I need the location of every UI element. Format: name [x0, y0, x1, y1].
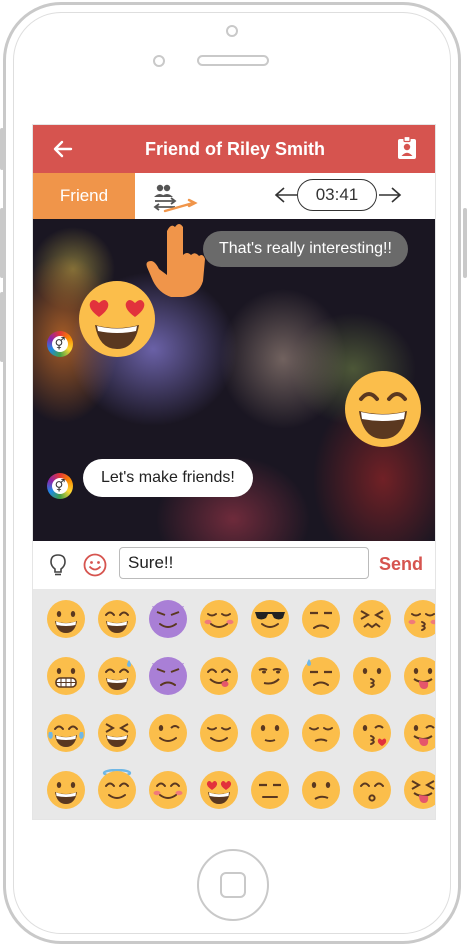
- happy-blush-emoji-key[interactable]: [147, 769, 189, 811]
- front-camera: [226, 25, 238, 37]
- kiss-blush-emoji-key[interactable]: [402, 598, 436, 640]
- expressionless-emoji-key[interactable]: [249, 769, 291, 811]
- squint-laugh-emoji-key[interactable]: [96, 712, 138, 754]
- send-button[interactable]: Send: [379, 554, 423, 575]
- power-button: [463, 208, 467, 278]
- sunglasses-emoji-key[interactable]: [249, 598, 291, 640]
- call-timer: 03:41: [273, 179, 402, 213]
- wink-emoji-key[interactable]: [147, 712, 189, 754]
- devil-frown-emoji-key[interactable]: [147, 655, 189, 697]
- chevron-left-icon: [274, 187, 297, 203]
- page-title: Friend of Riley Smith: [144, 139, 326, 159]
- innocent-emoji-key[interactable]: [96, 769, 138, 811]
- volume-up-button: [0, 208, 4, 278]
- mute-switch: [0, 128, 4, 170]
- my-avatar[interactable]: ⚥: [47, 473, 73, 499]
- earpiece-speaker: [197, 55, 269, 66]
- volume-down-button: [0, 292, 4, 362]
- grin-emoji-key[interactable]: [45, 598, 87, 640]
- tongue-emoji-key[interactable]: [402, 655, 436, 697]
- tongue-wink-emoji-key[interactable]: [402, 712, 436, 754]
- neutral-eyes-emoji-key[interactable]: [249, 712, 291, 754]
- emoji-keyboard: [33, 589, 436, 819]
- yum-emoji-key[interactable]: [198, 655, 240, 697]
- video-chat-area[interactable]: That's really interesting!! ⚥ ⚥ Let's ma…: [33, 219, 435, 541]
- kiss-heart-emoji-key[interactable]: [351, 712, 393, 754]
- kiss-emoji-key[interactable]: [351, 655, 393, 697]
- lightbulb-icon[interactable]: [47, 553, 69, 577]
- received-message-bubble: That's really interesting!!: [203, 231, 408, 267]
- people-swap-icon[interactable]: [151, 181, 199, 215]
- message-input[interactable]: [119, 547, 369, 579]
- message-composer: Send: [33, 541, 435, 590]
- smile-emoji-key[interactable]: [96, 598, 138, 640]
- emoji-toggle-icon[interactable]: [83, 553, 107, 577]
- tab-friend[interactable]: Friend: [33, 173, 135, 219]
- open-smile-emoji-key[interactable]: [45, 769, 87, 811]
- sent-message-bubble: Let's make friends!: [83, 459, 253, 497]
- app-header: Friend of Riley Smith: [33, 125, 435, 173]
- app-screen: Friend of Riley Smith Friend 03:41 That'…: [32, 124, 436, 820]
- id-badge-icon[interactable]: [397, 136, 417, 160]
- home-button-square: [220, 872, 246, 898]
- grimace-emoji-key[interactable]: [45, 655, 87, 697]
- whistle-emoji-key[interactable]: [351, 769, 393, 811]
- proximity-sensor: [153, 55, 165, 67]
- smirk-emoji-key[interactable]: [249, 655, 291, 697]
- timer-value: 03:41: [297, 179, 377, 211]
- confused-emoji-key[interactable]: [300, 769, 342, 811]
- confounded-emoji-key[interactable]: [351, 598, 393, 640]
- chevron-right-icon: [379, 187, 402, 203]
- devil-smile-emoji-key[interactable]: [147, 598, 189, 640]
- heart-eyes-emoji-key[interactable]: [198, 769, 240, 811]
- squint-tongue-emoji-key[interactable]: [402, 769, 436, 811]
- heart-eyes-emoji: [79, 281, 155, 357]
- blush-emoji-key[interactable]: [198, 598, 240, 640]
- tab-bar: Friend 03:41: [33, 173, 435, 219]
- grin-emoji: [345, 371, 421, 447]
- relieved-emoji-key[interactable]: [198, 712, 240, 754]
- remote-user-avatar[interactable]: ⚥: [47, 331, 73, 357]
- unamused-emoji-key[interactable]: [300, 598, 342, 640]
- sweat-emoji-key[interactable]: [300, 655, 342, 697]
- joy-emoji-key[interactable]: [45, 712, 87, 754]
- sweat-smile-emoji-key[interactable]: [96, 655, 138, 697]
- pensive-emoji-key[interactable]: [300, 712, 342, 754]
